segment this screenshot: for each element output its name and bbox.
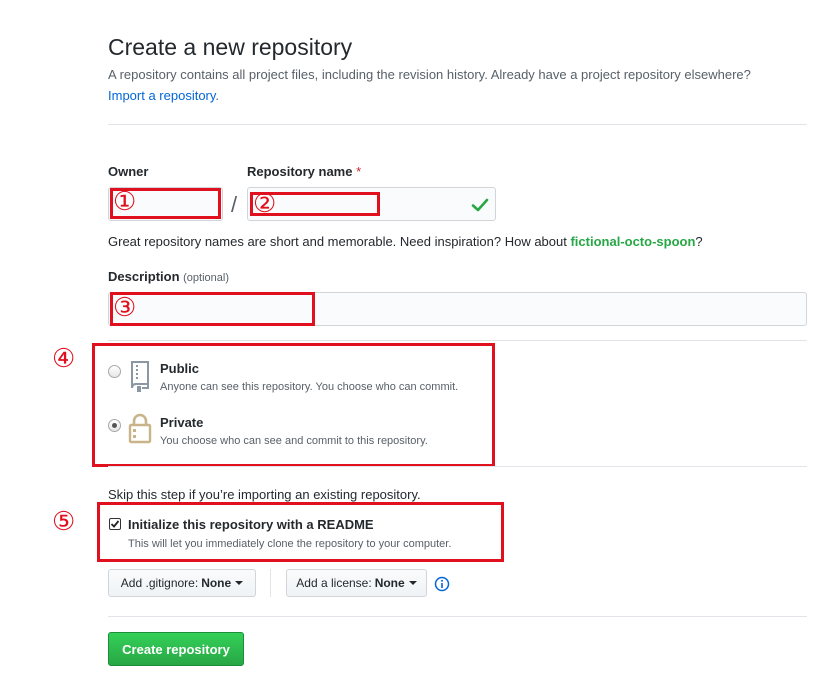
name-hint: Great repository names are short and mem… xyxy=(108,234,703,249)
checkmark-icon xyxy=(110,520,120,528)
readme-description: This will let you immediately clone the … xyxy=(128,538,452,550)
annotation-number-5: ⑤ xyxy=(52,507,76,537)
divider xyxy=(108,616,807,617)
import-repository-link[interactable]: Import a repository xyxy=(108,88,215,103)
private-radio[interactable] xyxy=(108,419,121,432)
repository-name-label: Repository name * xyxy=(247,164,361,179)
caret-down-icon xyxy=(408,581,417,585)
page-subtitle: A repository contains all project files,… xyxy=(108,67,751,82)
create-repository-button[interactable]: Create repository xyxy=(108,632,244,666)
lock-icon xyxy=(128,413,152,444)
gitignore-label: Add .gitignore: xyxy=(120,576,199,590)
divider xyxy=(108,340,807,341)
license-label: Add a license: xyxy=(296,576,372,590)
owner-repo-separator: / xyxy=(231,192,238,217)
annotation-number-4: ④ xyxy=(52,344,76,374)
annotation-number-3: ③ xyxy=(113,293,137,323)
description-label: Description (optional) xyxy=(108,269,229,284)
name-suggestion[interactable]: fictional-octo-spoon xyxy=(570,234,695,249)
skip-hint: Skip this step if you’re importing an ex… xyxy=(108,487,421,502)
public-description: Anyone can see this repository. You choo… xyxy=(160,381,459,393)
annotation-number-1: ① xyxy=(113,187,137,217)
name-hint-text: Great repository names are short and mem… xyxy=(108,234,571,249)
private-title: Private xyxy=(160,415,204,430)
page-title: Create a new repository xyxy=(108,34,353,60)
readme-label[interactable]: Initialize this repository with a README xyxy=(128,517,374,532)
annotation-box-visibility xyxy=(92,343,495,467)
description-optional: (optional) xyxy=(183,272,229,284)
private-description: You choose who can see and commit to thi… xyxy=(160,435,428,447)
info-icon[interactable] xyxy=(434,576,450,592)
annotation-number-2: ② xyxy=(253,189,277,219)
import-repository-line: Import a repository. xyxy=(108,88,219,103)
public-title: Public xyxy=(160,361,200,376)
license-dropdown[interactable]: Add a license: None xyxy=(286,569,427,597)
divider xyxy=(108,124,807,125)
public-radio[interactable] xyxy=(108,365,121,378)
divider xyxy=(108,466,807,467)
description-label-text: Description xyxy=(108,269,180,284)
selector-separator xyxy=(270,569,271,597)
annotation-box-description xyxy=(110,292,315,326)
repository-name-label-text: Repository name xyxy=(247,164,353,179)
name-hint-suffix: ? xyxy=(695,234,703,249)
annotation-box-readme xyxy=(97,502,504,562)
readme-checkbox[interactable] xyxy=(109,518,121,530)
gitignore-value: None xyxy=(201,576,232,590)
repo-book-icon xyxy=(131,361,149,392)
caret-down-icon xyxy=(235,581,244,585)
owner-label: Owner xyxy=(108,164,149,179)
import-link-suffix: . xyxy=(215,88,220,103)
gitignore-dropdown[interactable]: Add .gitignore: None xyxy=(108,569,256,597)
license-value: None xyxy=(374,576,405,590)
required-marker: * xyxy=(356,164,362,179)
check-icon xyxy=(471,198,489,212)
